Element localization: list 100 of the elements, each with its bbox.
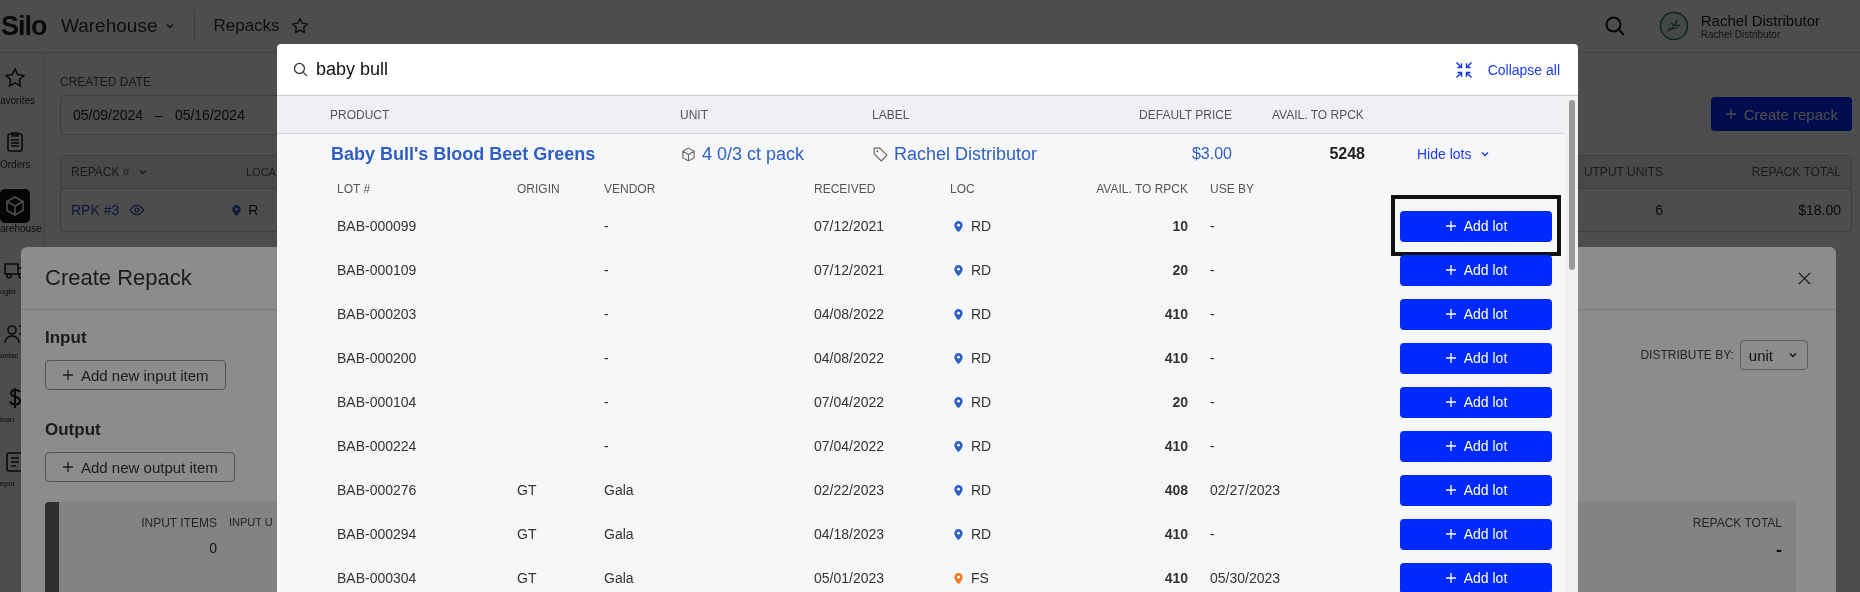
- product-available: 5248: [1328, 145, 1365, 163]
- table-cell-text: 07/04/2022: [814, 394, 886, 410]
- table-cell-text: BAB-000294: [336, 526, 418, 542]
- summary-label: INPUT ITEMS: [141, 516, 217, 530]
- plus-icon: [1444, 264, 1457, 276]
- plus-icon: [1444, 220, 1457, 232]
- scrollbar[interactable]: [1565, 96, 1578, 592]
- table-cell-text: 02/22/2023: [814, 482, 886, 498]
- table-cell-text: BAB-000276: [336, 482, 418, 498]
- product-label: Rachel Distributor: [894, 143, 1038, 165]
- column-header: PRODUCT: [329, 107, 391, 122]
- table-cell-text: BAB-000304: [336, 570, 418, 586]
- column-header: VENDOR: [604, 182, 657, 196]
- add-lot-button[interactable]: Add lot: [1400, 342, 1552, 374]
- cube-icon: [680, 145, 697, 163]
- table-cell-text: BAB-000224: [336, 438, 418, 454]
- plus-icon: [1444, 572, 1457, 584]
- add-lot-button[interactable]: Add lot: [1400, 474, 1552, 506]
- table-cell-text: Gala: [604, 526, 635, 542]
- table-cell-text: -: [1209, 262, 1216, 278]
- table-cell-text: 410: [1163, 438, 1188, 454]
- column-header: RECEIVED: [814, 182, 877, 196]
- add-lot-button[interactable]: Add lot: [1400, 386, 1552, 418]
- column-header: UNIT: [680, 107, 709, 122]
- product-name[interactable]: Baby Bull's Blood Beet Greens: [277, 143, 680, 165]
- plus-icon: [1444, 528, 1457, 540]
- table-cell: GT: [517, 482, 537, 498]
- box-icon: [3, 194, 27, 218]
- add-output-item-button[interactable]: Add new output item: [45, 452, 235, 482]
- search-icon: [292, 61, 309, 78]
- table-cell: RD: [971, 526, 992, 542]
- add-lot-button[interactable]: Add lot: [1400, 298, 1552, 330]
- table-cell-text: 20: [1171, 262, 1188, 278]
- column-header: ORIGIN: [517, 182, 561, 196]
- location-pin-icon: [231, 203, 243, 217]
- search-icon[interactable]: [1602, 14, 1627, 38]
- table-cell-text: -: [1209, 526, 1216, 542]
- table-cell-text: -: [604, 262, 610, 278]
- close-icon[interactable]: [1797, 270, 1812, 286]
- table-cell-text: $18.00: [1797, 202, 1842, 218]
- table-cell-text: 04/18/2023: [814, 526, 886, 542]
- table-cell-text: 05/01/2023: [814, 570, 886, 586]
- section-heading: Input: [45, 328, 87, 348]
- table-cell-text: -: [604, 394, 610, 410]
- search-field[interactable]: baby bull: [292, 59, 1454, 80]
- column-header: DEFAULT PRICE: [1138, 107, 1232, 122]
- table-cell-text: 07/12/2021: [814, 218, 886, 234]
- plus-icon: [62, 461, 74, 473]
- table-cell-text: Gala: [604, 570, 635, 586]
- add-lot-button[interactable]: Add lot: [1400, 210, 1552, 242]
- table-cell: RD: [971, 262, 992, 278]
- summary-value: -: [1776, 540, 1782, 561]
- table-cell-text: -: [1209, 394, 1216, 410]
- plus-icon: [1444, 440, 1457, 452]
- eye-icon[interactable]: [129, 202, 146, 218]
- table-cell: GT: [517, 526, 537, 542]
- star-icon: [3, 66, 27, 90]
- table-cell-text: -: [1209, 306, 1216, 322]
- collapse-arrows-icon: [1453, 59, 1474, 80]
- table-cell-text: 07/12/2021: [814, 262, 886, 278]
- table-cell-text: 04/08/2022: [814, 306, 886, 322]
- table-cell-text: BAB-000104: [336, 394, 418, 410]
- plus-icon: [1444, 396, 1457, 408]
- favorite-star-icon[interactable]: [289, 16, 310, 36]
- add-lot-button[interactable]: Add lot: [1400, 562, 1552, 592]
- hide-lots-toggle[interactable]: Hide lots: [1417, 146, 1492, 162]
- add-lot-button[interactable]: Add lot: [1400, 518, 1552, 550]
- table-cell-text: 04/08/2022: [814, 350, 886, 366]
- sidebar-label: arehouse: [0, 223, 42, 234]
- plus-icon: [1444, 308, 1457, 320]
- product-price: $3.00: [1190, 145, 1232, 163]
- table-cell-text: -: [604, 438, 610, 454]
- table-cell-text: -: [1209, 438, 1216, 454]
- plus-icon: [1444, 352, 1457, 364]
- table-cell-text: 20: [1171, 394, 1188, 410]
- add-lot-button[interactable]: Add lot: [1400, 254, 1552, 286]
- column-header: LOT #: [336, 182, 372, 196]
- table-cell-text: 10: [1171, 218, 1188, 234]
- table-cell: RD: [971, 482, 992, 498]
- table-cell: GT: [517, 570, 537, 586]
- distribute-select[interactable]: unit: [1739, 340, 1808, 370]
- add-lot-button[interactable]: Add lot: [1400, 430, 1552, 462]
- column-header: AVAIL. TO RPCK: [1095, 182, 1188, 196]
- avatar-icon[interactable]: [1658, 11, 1689, 41]
- user-name: Rachel Distributor: [1700, 12, 1820, 29]
- table-cell: RD: [971, 350, 992, 366]
- table-cell-text: Gala: [604, 482, 635, 498]
- table-cell-text: BAB-000200: [336, 350, 418, 366]
- section-heading: Output: [45, 420, 101, 440]
- table-cell-text: 6: [1654, 202, 1664, 218]
- table-cell-text: -: [1209, 218, 1216, 234]
- add-input-item-button[interactable]: Add new input item: [45, 360, 226, 390]
- tag-icon: [872, 145, 889, 163]
- summary-label: REPACK TOTAL: [1692, 516, 1782, 530]
- table-cell-text: 410: [1163, 570, 1188, 586]
- collapse-all-link[interactable]: Collapse all: [1453, 59, 1560, 80]
- summary-label: INPUT U: [229, 516, 273, 528]
- table-cell-text: -: [604, 218, 610, 234]
- table-cell-text: 410: [1163, 350, 1188, 366]
- column-header: LOC: [950, 182, 976, 196]
